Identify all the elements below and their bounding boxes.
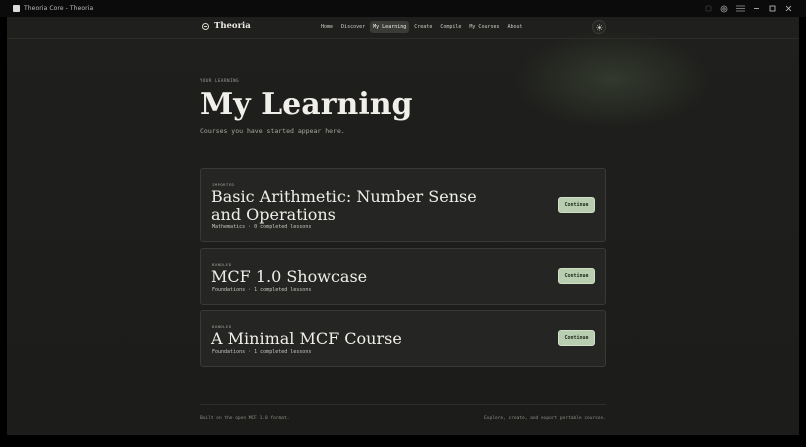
course-meta: Mathematics · 0 completed lessons: [212, 224, 312, 230]
theta-logo-icon: [202, 22, 209, 30]
footer-tagline: Built on the open MCF 1.0 format.: [200, 416, 290, 421]
window-titlebar: Theoria Core - Theoria: [0, 0, 806, 17]
nav-my-learning[interactable]: My Learning: [370, 21, 410, 33]
page-subtitle: Courses you have started appear here.: [200, 127, 345, 135]
sun-icon: [595, 23, 603, 31]
continue-button[interactable]: Continue: [558, 268, 595, 284]
theme-toggle-button[interactable]: [592, 20, 606, 34]
page-title: My Learning: [200, 87, 413, 122]
continue-button[interactable]: Continue: [558, 330, 595, 346]
window-title: Theoria Core - Theoria: [24, 5, 94, 12]
copilot-icon[interactable]: [716, 0, 732, 17]
window-bottom-edge: [0, 435, 806, 447]
footer-divider: [200, 404, 606, 405]
nav-about[interactable]: About: [505, 21, 526, 33]
notifications-icon[interactable]: [700, 0, 716, 17]
nav-discover[interactable]: Discover: [338, 21, 368, 33]
close-icon[interactable]: [780, 0, 796, 17]
course-title[interactable]: Basic Arithmetic: Number Sense and Opera…: [211, 188, 511, 224]
course-card: IMPORTED Basic Arithmetic: Number Sense …: [200, 168, 606, 242]
course-meta: Foundations · 1 completed lessons: [212, 349, 312, 355]
section-eyebrow: YOUR LEARNING: [200, 78, 240, 83]
continue-button[interactable]: Continue: [558, 197, 595, 213]
main-nav: Home Discover My Learning Create Compile…: [318, 21, 526, 33]
maximize-icon[interactable]: [764, 0, 780, 17]
course-card: BUNDLED MCF 1.0 Showcase Foundations · 1…: [200, 248, 606, 305]
course-title[interactable]: A Minimal MCF Course: [211, 330, 531, 348]
site-header: Theoria Home Discover My Learning Create…: [7, 17, 799, 39]
minimize-icon[interactable]: [748, 0, 764, 17]
app-icon: [13, 5, 20, 12]
brand[interactable]: Theoria: [202, 21, 251, 31]
nav-home[interactable]: Home: [318, 21, 336, 33]
course-card: BUNDLED A Minimal MCF Course Foundations…: [200, 310, 606, 367]
nav-compile[interactable]: Compile: [437, 21, 464, 33]
app-viewport: Theoria Home Discover My Learning Create…: [7, 17, 799, 435]
window-controls: [700, 0, 796, 17]
footer-description: Explore, create, and export portable cou…: [484, 416, 606, 421]
menu-icon[interactable]: [732, 0, 748, 17]
nav-my-courses[interactable]: My Courses: [466, 21, 502, 33]
course-title[interactable]: MCF 1.0 Showcase: [211, 268, 531, 286]
brand-name: Theoria: [214, 21, 251, 31]
course-meta: Foundations · 1 completed lessons: [212, 287, 312, 293]
nav-create[interactable]: Create: [411, 21, 435, 33]
